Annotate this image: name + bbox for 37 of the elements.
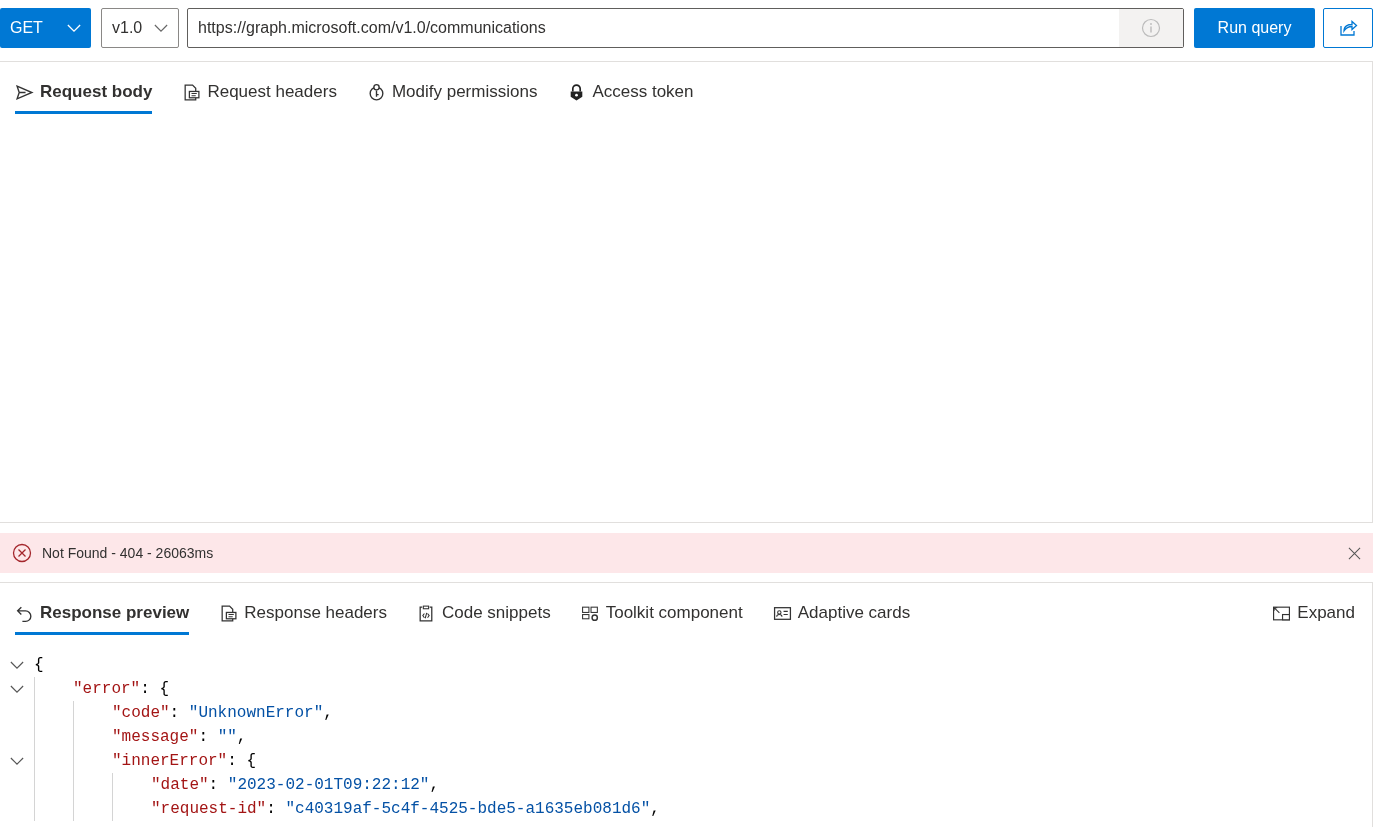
version-dropdown[interactable]: v1.0	[101, 8, 179, 48]
code-line: "date": "2023-02-01T09:22:12",	[151, 776, 440, 794]
response-tab[interactable]: Response headers	[219, 583, 387, 635]
share-icon	[1338, 18, 1358, 38]
request-tab[interactable]: Access token	[567, 62, 694, 114]
response-tab[interactable]: Toolkit component	[580, 583, 743, 635]
code-line: "request-id": "c40319af-5c4f-4525-bde5-a1635eb081d6",	[151, 800, 660, 818]
chevron-down-icon	[67, 23, 81, 33]
request-tab[interactable]: Request headers	[182, 62, 337, 114]
close-icon	[1348, 546, 1361, 560]
document-icon	[219, 603, 239, 623]
document-icon	[182, 82, 202, 102]
method-dropdown[interactable]: GET	[0, 8, 91, 48]
collapse-chevron-icon[interactable]	[10, 660, 24, 670]
run-query-button[interactable]: Run query	[1194, 8, 1315, 48]
status-message: Not Found - 404 - 26063ms	[42, 545, 214, 561]
chevron-down-icon	[154, 23, 168, 33]
code-line: "innerError": {	[112, 752, 257, 770]
expand-button[interactable]: Expand	[1272, 583, 1355, 635]
code-line: "code": "UnknownError",	[112, 704, 333, 722]
collapse-chevron-icon[interactable]	[10, 684, 24, 694]
send-icon	[15, 82, 34, 102]
request-tab[interactable]: Modify permissions	[366, 62, 538, 114]
collapse-chevron-icon[interactable]	[10, 756, 24, 766]
close-button[interactable]	[1348, 546, 1361, 560]
info-icon	[1141, 18, 1161, 38]
code-line: {	[34, 656, 44, 674]
response-tab[interactable]: Adaptive cards	[772, 583, 911, 635]
response-tab[interactable]: Response preview	[15, 583, 190, 635]
share-button[interactable]	[1323, 8, 1373, 48]
request-tab[interactable]: Request body	[15, 62, 153, 114]
key-icon	[366, 82, 386, 102]
error-icon	[12, 543, 32, 563]
response-tab[interactable]: Code snippets	[417, 583, 551, 635]
code-line: "error": {	[73, 680, 170, 698]
url-field[interactable]: https://graph.microsoft.com/v1.0/communications	[187, 8, 1184, 48]
code-line: "message": "",	[112, 728, 247, 746]
